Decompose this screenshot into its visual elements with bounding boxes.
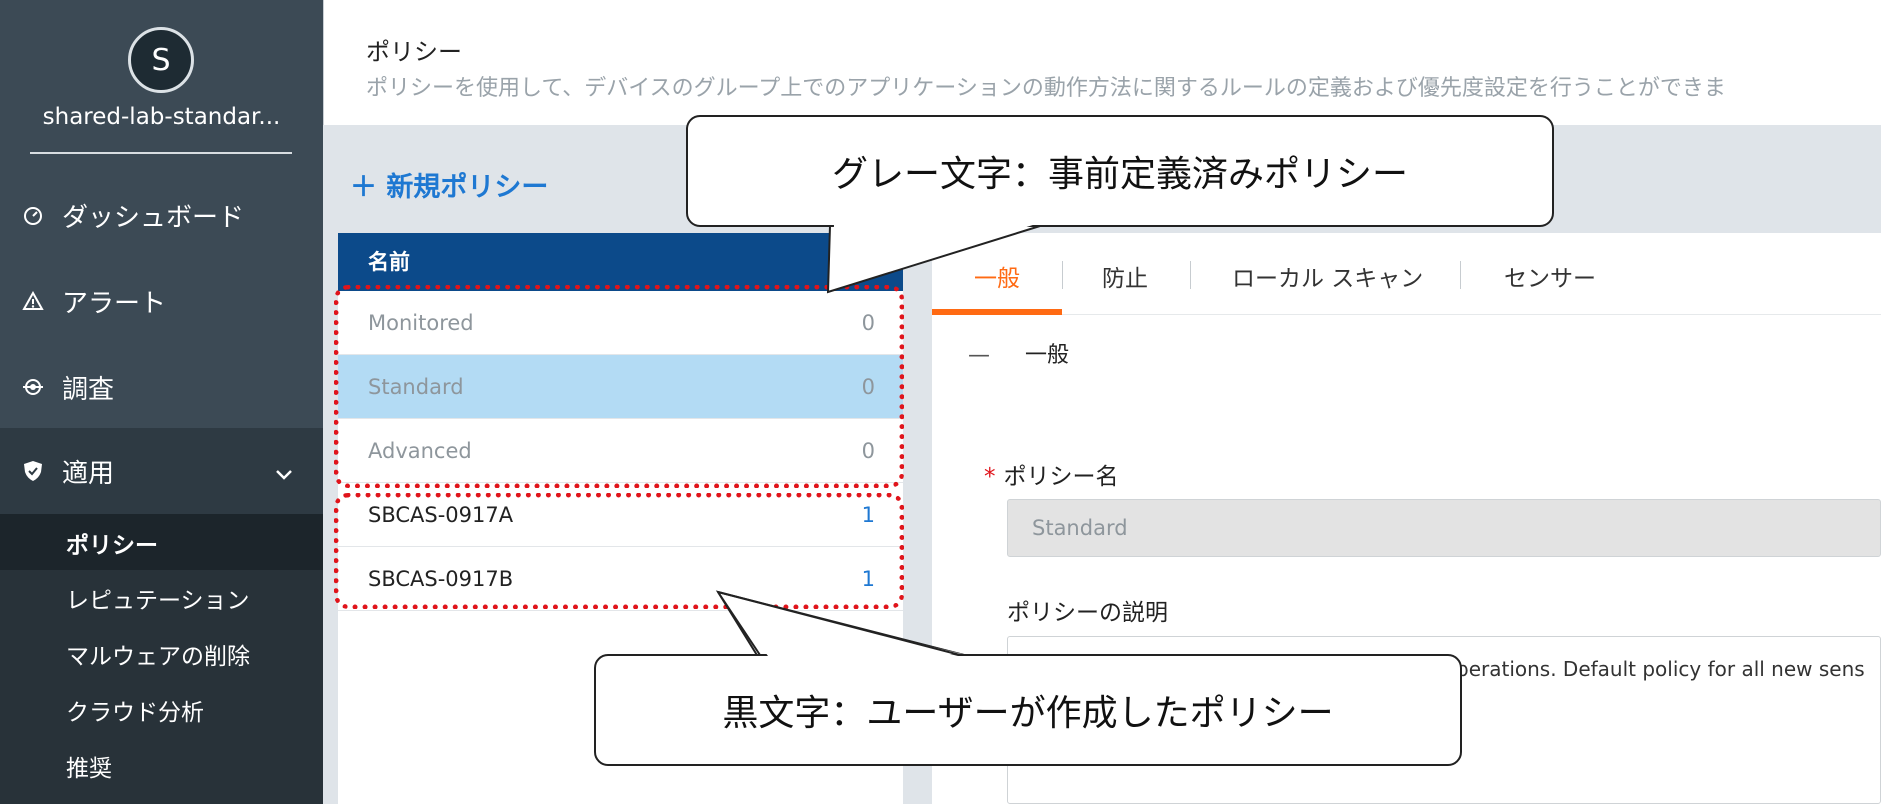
nav-item-dashboard[interactable]: ダッシュボード [0, 172, 323, 258]
tab-bar: 一般 防止 ローカル スキャン センサー [932, 233, 1881, 315]
nav-item-enforce[interactable]: 適用 [0, 428, 323, 514]
section-title: 一般 [1025, 343, 1070, 368]
gauge-icon [22, 204, 44, 226]
tab-sensor[interactable]: センサー [1504, 259, 1596, 293]
section-general-toggle[interactable]: — 一般 [968, 337, 1069, 369]
collapse-icon: — [968, 343, 990, 368]
policy-description-text: perations. Default policy for all new se… [1456, 657, 1865, 681]
submenu-item-recommendations[interactable]: 推奨 [66, 749, 112, 783]
policy-description-label: ポリシーの説明 [1007, 600, 1168, 626]
callout-user-created: 黒文字：ユーザーが作成したポリシー [594, 654, 1462, 766]
nav-label: アラート [62, 288, 167, 319]
active-tab-indicator [932, 309, 1062, 315]
policy-name-field[interactable]: Standard [1007, 499, 1881, 557]
predefined-policies-highlight [334, 285, 904, 488]
submenu-current-bg [0, 514, 323, 570]
org-header: S shared-lab-standar... [0, 0, 323, 165]
nav-item-alerts[interactable]: アラート [0, 258, 323, 344]
page-title: ポリシー [366, 38, 462, 66]
chevron-down-icon[interactable] [275, 458, 293, 488]
divider [30, 152, 292, 154]
submenu-item-cloud-analysis[interactable]: クラウド分析 [66, 693, 204, 727]
sidebar: S shared-lab-standar... ダッシュボード アラート 調査 … [0, 0, 323, 804]
tab-prevention[interactable]: 防止 [1102, 259, 1148, 293]
shield-icon [22, 460, 44, 482]
nav-label: ダッシュボード [62, 202, 245, 233]
policy-name-label: * ポリシー名 [984, 457, 1119, 491]
user-policies-highlight [334, 493, 904, 609]
submenu-item-policies[interactable]: ポリシー [66, 526, 158, 560]
tab-divider [1190, 261, 1191, 289]
nav-label: 適用 [62, 458, 115, 489]
submenu-item-reputation[interactable]: レピュテーション [66, 581, 250, 615]
page-header: ポリシー ポリシーを使用して、デバイスのグループ上でのアプリケーションの動作方法… [323, 0, 1881, 125]
tab-divider [1460, 261, 1461, 289]
warning-icon [22, 290, 44, 312]
tab-local-scan[interactable]: ローカル スキャン [1232, 259, 1423, 293]
submenu-item-malware-removal[interactable]: マルウェアの削除 [66, 637, 250, 671]
tab-general[interactable]: 一般 [974, 259, 1020, 293]
column-header-name[interactable]: 名前 [338, 233, 903, 291]
tab-divider [1062, 261, 1063, 289]
nav-label: 調査 [62, 374, 115, 405]
policy-name-label-text: ポリシー名 [1003, 464, 1119, 490]
nav-item-investigate[interactable]: 調査 [0, 344, 323, 430]
callout-predefined: グレー文字：事前定義済みポリシー [686, 115, 1554, 227]
org-name[interactable]: shared-lab-standar... [0, 104, 323, 130]
required-mark: * [984, 464, 996, 490]
new-policy-button[interactable]: ＋ 新規ポリシー [350, 165, 548, 204]
crosshair-icon [22, 376, 44, 398]
avatar[interactable]: S [128, 27, 194, 93]
page-description: ポリシーを使用して、デバイスのグループ上でのアプリケーションの動作方法に関するル… [366, 76, 1726, 101]
